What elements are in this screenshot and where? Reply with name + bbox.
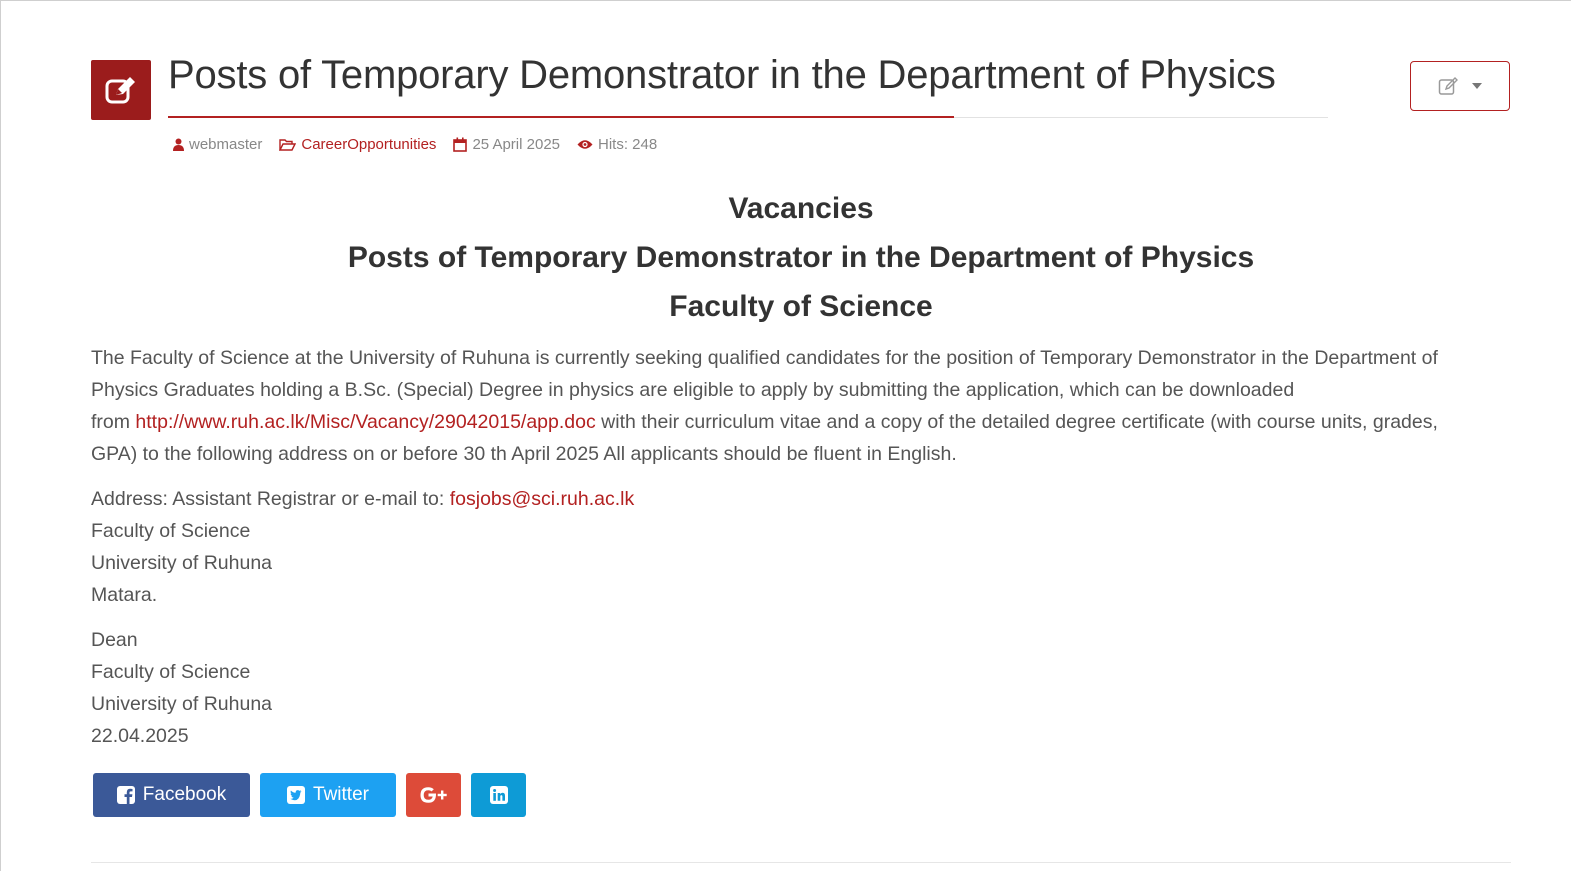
address-line: Faculty of Science xyxy=(91,520,251,542)
email-link[interactable]: fosjobs@sci.ruh.ac.lk xyxy=(450,488,635,510)
twitter-icon xyxy=(287,786,306,804)
publish-date: 25 April 2025 xyxy=(472,136,561,153)
heading-faculty: Faculty of Science xyxy=(669,290,933,323)
signature-line: Faculty of Science xyxy=(91,661,251,683)
heading-post: Posts of Temporary Demonstrator in the D… xyxy=(347,241,1255,274)
twitter-label: Twitter xyxy=(313,784,369,805)
heading-vacancies: Vacancies xyxy=(728,192,874,225)
meta-hits: Hits: 248 xyxy=(577,136,657,153)
share-buttons: Facebook Twitter xyxy=(93,773,526,817)
address-line: University of Ruhuna xyxy=(91,552,273,574)
edit-icon xyxy=(105,77,135,104)
intro-from: from xyxy=(91,411,136,433)
article-edit-icon-box xyxy=(91,60,151,120)
calendar-icon xyxy=(453,137,468,152)
page-title: Posts of Temporary Demonstrator in the D… xyxy=(168,53,1276,97)
signature-line: Dean xyxy=(91,629,138,651)
intro-line-4: GPA) to the following address on or befo… xyxy=(91,443,957,465)
share-google-plus-button[interactable] xyxy=(406,773,461,817)
article-meta: webmaster CareerOpportunities 25 April 2… xyxy=(173,136,674,153)
application-download-link[interactable]: http://www.ruh.ac.lk/Misc/Vacancy/290420… xyxy=(135,411,595,433)
address-block: Address: Assistant Registrar or e-mail t… xyxy=(91,483,1511,611)
signature-block: Dean Faculty of Science University of Ru… xyxy=(91,624,1511,752)
share-twitter-button[interactable]: Twitter xyxy=(260,773,396,817)
folder-open-icon xyxy=(279,139,297,151)
address-prefix: Address: Assistant Registrar or e-mail t… xyxy=(91,488,450,510)
meta-author: webmaster xyxy=(173,136,262,153)
title-underline-accent xyxy=(168,116,954,118)
meta-date: 25 April 2025 xyxy=(453,136,560,153)
intro-line-1: The Faculty of Science at the University… xyxy=(91,347,1438,369)
intro-line-3: with their curriculum vitae and a copy o… xyxy=(595,411,1438,433)
address-line: Matara. xyxy=(91,584,158,606)
pencil-square-icon xyxy=(1438,77,1458,95)
intro-paragraph: The Faculty of Science at the University… xyxy=(91,342,1511,470)
facebook-label: Facebook xyxy=(142,784,227,805)
share-facebook-button[interactable]: Facebook xyxy=(93,773,250,817)
intro-line-2: Physics Graduates holding a B.Sc. (Speci… xyxy=(91,379,1295,401)
article-body: Vacancies Posts of Temporary Demonstrato… xyxy=(91,184,1511,752)
article-divider xyxy=(91,862,1511,863)
eye-icon xyxy=(577,140,593,149)
linkedin-icon xyxy=(489,786,508,804)
signature-line: University of Ruhuna xyxy=(91,693,273,715)
category-link[interactable]: CareerOpportunities xyxy=(301,136,436,153)
caret-down-icon xyxy=(1472,83,1482,89)
google-plus-icon xyxy=(420,787,447,803)
article-tools-dropdown-button[interactable] xyxy=(1410,61,1510,111)
signature-date: 22.04.2025 xyxy=(91,725,189,747)
author-name: webmaster xyxy=(189,136,263,153)
meta-category[interactable]: CareerOpportunities xyxy=(279,136,436,153)
user-icon xyxy=(173,138,184,151)
facebook-icon xyxy=(116,786,135,804)
hits-count: Hits: 248 xyxy=(598,136,658,153)
share-linkedin-button[interactable] xyxy=(471,773,526,817)
